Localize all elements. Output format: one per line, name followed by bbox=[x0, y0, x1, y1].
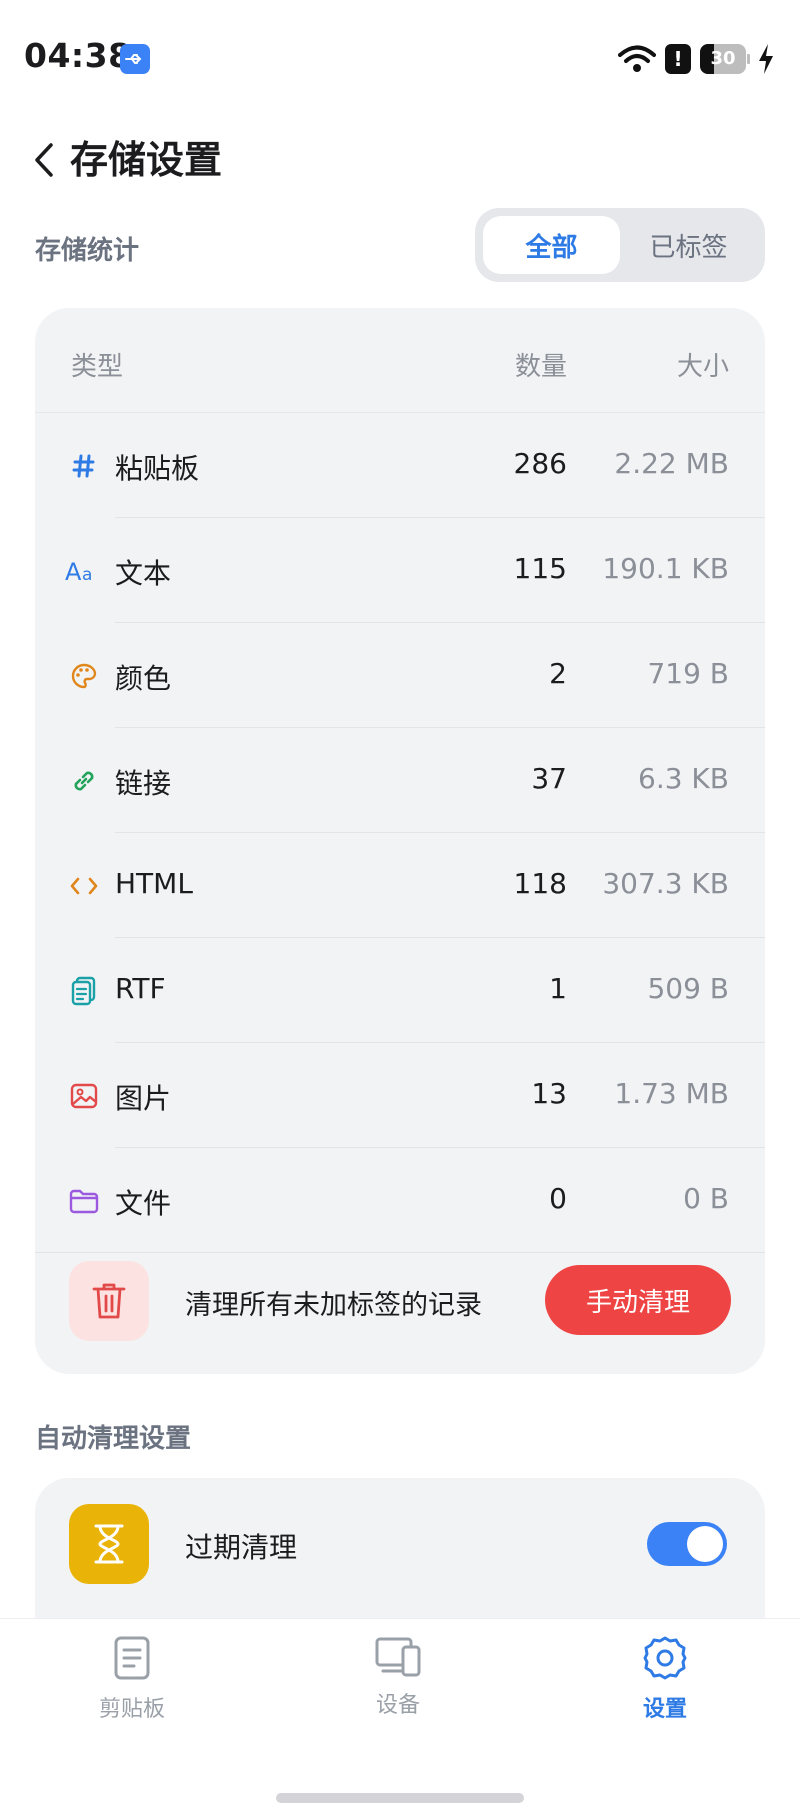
row-size: 190.1 KB bbox=[602, 552, 729, 585]
row-size: 0 B bbox=[683, 1182, 729, 1215]
row-count: 13 bbox=[531, 1077, 567, 1110]
row-size: 1.73 MB bbox=[614, 1077, 729, 1110]
row-size: 307.3 KB bbox=[602, 867, 729, 900]
gear-icon bbox=[643, 1636, 687, 1680]
devices-icon bbox=[375, 1637, 421, 1677]
row-count: 115 bbox=[513, 552, 567, 585]
segment-all[interactable]: 全部 bbox=[483, 216, 620, 274]
alert-icon: ! bbox=[665, 44, 691, 74]
row-label: 粘贴板 bbox=[115, 452, 200, 485]
svg-text:a: a bbox=[82, 565, 92, 584]
row-label: 文本 bbox=[115, 557, 172, 590]
image-icon bbox=[69, 1081, 99, 1111]
table-row: 图片 13 1.73 MB bbox=[35, 1043, 765, 1148]
nav-label: 剪贴板 bbox=[98, 1697, 165, 1722]
column-header-size: 大小 bbox=[676, 352, 729, 382]
table-row: RTF 1 509 B bbox=[35, 938, 765, 1043]
text-icon: Aa bbox=[65, 556, 101, 586]
segment-tagged[interactable]: 已标签 bbox=[620, 216, 757, 274]
expire-clean-label: 过期清理 bbox=[185, 1531, 298, 1564]
row-size: 509 B bbox=[647, 972, 729, 1005]
auto-clean-section-label: 自动清理设置 bbox=[35, 1424, 192, 1454]
link-icon bbox=[69, 766, 99, 796]
back-button[interactable] bbox=[22, 130, 66, 190]
usb-icon bbox=[120, 44, 150, 74]
battery-level: 30 bbox=[710, 48, 736, 69]
filter-segmented-control: 全部 已标签 bbox=[475, 208, 765, 282]
row-label: HTML bbox=[115, 867, 193, 900]
home-indicator[interactable] bbox=[276, 1793, 524, 1803]
row-label: 文件 bbox=[115, 1187, 172, 1220]
table-row: 链接 37 6.3 KB bbox=[35, 728, 765, 833]
folder-icon bbox=[69, 1186, 99, 1216]
document-icon bbox=[69, 976, 99, 1006]
code-icon bbox=[69, 871, 99, 901]
column-header-type: 类型 bbox=[71, 352, 124, 382]
nav-item-settings[interactable]: 设置 bbox=[585, 1635, 745, 1735]
section-label: 存储统计 bbox=[35, 236, 140, 266]
row-size: 719 B bbox=[647, 657, 729, 690]
auto-clean-card: 过期清理 bbox=[35, 1478, 765, 1618]
hourglass-icon bbox=[69, 1504, 149, 1584]
row-count: 286 bbox=[513, 447, 567, 480]
table-row: 颜色 2 719 B bbox=[35, 623, 765, 728]
wifi-icon bbox=[618, 45, 656, 72]
storage-stats-header: 存储统计 全部 已标签 bbox=[35, 208, 765, 284]
table-row: HTML 118 307.3 KB bbox=[35, 833, 765, 938]
trash-icon bbox=[69, 1261, 149, 1341]
battery-icon: 30 bbox=[700, 44, 750, 74]
row-count: 0 bbox=[549, 1182, 567, 1215]
row-label: 图片 bbox=[115, 1082, 172, 1115]
manual-clean-button[interactable]: 手动清理 bbox=[545, 1265, 731, 1335]
table-header: 类型 数量 大小 bbox=[35, 308, 765, 413]
table-row: 文件 0 0 B bbox=[35, 1148, 765, 1253]
cleanup-row: 清理所有未加标签的记录 手动清理 bbox=[35, 1253, 765, 1374]
row-count: 37 bbox=[531, 762, 567, 795]
clipboard-icon bbox=[114, 1636, 150, 1680]
row-label: 链接 bbox=[115, 767, 172, 800]
row-size: 2.22 MB bbox=[614, 447, 729, 480]
row-count: 118 bbox=[513, 867, 567, 900]
cleanup-description: 清理所有未加标签的记录 bbox=[185, 1290, 482, 1321]
row-label: RTF bbox=[115, 972, 166, 1005]
row-count: 2 bbox=[549, 657, 567, 690]
nav-item-devices[interactable]: 设备 bbox=[318, 1635, 478, 1735]
nav-label: 设备 bbox=[375, 1693, 420, 1718]
charging-icon bbox=[759, 44, 773, 74]
nav-item-clipboard[interactable]: 剪贴板 bbox=[52, 1635, 212, 1735]
expire-clean-toggle[interactable] bbox=[647, 1522, 727, 1566]
table-row: 粘贴板 286 2.22 MB bbox=[35, 413, 765, 518]
page-title: 存储设置 bbox=[70, 138, 223, 182]
hash-icon bbox=[69, 451, 99, 481]
column-header-count: 数量 bbox=[514, 352, 567, 382]
row-count: 1 bbox=[549, 972, 567, 1005]
header: 存储设置 bbox=[0, 116, 800, 216]
bottom-nav: 剪贴板 设备 设置 bbox=[0, 1618, 800, 1814]
status-bar: 04:38 ! 30 bbox=[0, 0, 800, 116]
row-label: 颜色 bbox=[115, 662, 172, 695]
chevron-left-icon bbox=[35, 143, 53, 177]
palette-icon bbox=[69, 661, 99, 691]
table-row: Aa 文本 115 190.1 KB bbox=[35, 518, 765, 623]
nav-label: 设置 bbox=[642, 1697, 687, 1722]
svg-text:A: A bbox=[65, 558, 82, 584]
storage-stats-card: 类型 数量 大小 粘贴板 286 2.22 MB Aa 文本 115 190.1… bbox=[35, 308, 765, 1374]
row-size: 6.3 KB bbox=[638, 762, 729, 795]
status-time: 04:38 bbox=[24, 36, 132, 75]
